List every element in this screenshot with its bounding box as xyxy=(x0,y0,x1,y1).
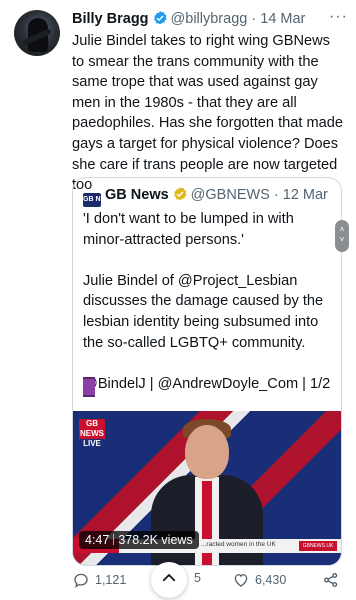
author-handle[interactable]: @billybragg xyxy=(171,11,248,27)
reply-count: 1,121 xyxy=(95,573,127,587)
verified-badge-icon xyxy=(152,10,168,30)
reply-icon xyxy=(72,571,90,589)
video-duration-views: 4:47 378.2K views xyxy=(79,531,199,549)
chevron-up-icon xyxy=(160,569,178,592)
retweet-count-tail-text: 5 xyxy=(194,571,201,585)
author-name[interactable]: Billy Bragg xyxy=(72,11,149,27)
quoted-author-handle[interactable]: @GBNEWS xyxy=(191,187,270,203)
verified-gold-badge-icon xyxy=(172,186,188,206)
video-player[interactable]: GB NEWS LIVE ...racted women in the UK G… xyxy=(73,411,341,565)
tweet-actions: 1,121 1 5 6,430 xyxy=(72,569,348,593)
quoted-tweet-date[interactable]: 12 Mar xyxy=(283,187,328,203)
quoted-author-name[interactable]: GB News xyxy=(105,187,169,203)
tweet-text: Julie Bindel takes to right wing GBNews … xyxy=(72,33,343,194)
reply-button[interactable]: 1,121 xyxy=(72,571,126,589)
quoted-tweet-header: GB NEWSGB News @GBNEWS · 12 Mar xyxy=(83,186,335,207)
presenter-head xyxy=(185,425,229,479)
quoted-tweet-text: 'I don't want to be lumped in with minor… xyxy=(83,211,331,392)
ticker-text: ...racted women in the UK xyxy=(201,541,276,548)
tweet-header: Billy Bragg @billybragg · 14 Mar xyxy=(72,10,346,30)
share-button[interactable] xyxy=(322,571,340,589)
like-count: 6,430 xyxy=(255,573,287,587)
gb-news-avatar[interactable]: GB NEWS xyxy=(83,193,116,207)
more-options-icon[interactable]: ··· xyxy=(329,8,348,26)
quoted-separator-dot: · xyxy=(273,187,279,203)
scroll-to-top-button[interactable] xyxy=(151,562,187,598)
scroll-handle[interactable]: ˄ ˅ xyxy=(335,220,349,252)
heart-icon xyxy=(232,571,250,589)
ticker-badge: GBNEWS.UK xyxy=(299,541,337,551)
separator-dot: · xyxy=(251,11,257,27)
channel-logo: GB NEWS LIVE xyxy=(79,419,105,448)
tweet-date[interactable]: 14 Mar xyxy=(260,11,305,27)
thread-spool-icon xyxy=(83,377,95,399)
video-duration: 4:47 xyxy=(85,533,110,547)
share-icon xyxy=(322,571,340,589)
video-views: 378.2K views xyxy=(118,533,193,547)
like-button[interactable]: 6,430 xyxy=(232,571,286,589)
quoted-tweet[interactable]: GB NEWSGB News @GBNEWS · 12 Mar 'I don't … xyxy=(72,177,342,566)
retweet-count-tail: 5 xyxy=(194,571,201,585)
avatar[interactable] xyxy=(14,10,60,56)
